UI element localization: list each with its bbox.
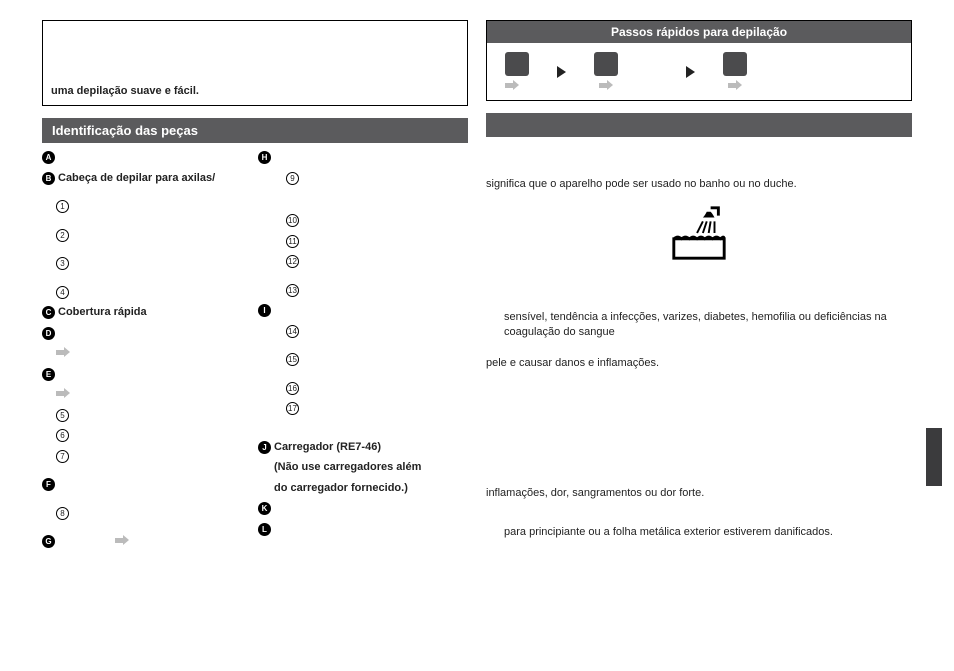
page-tab xyxy=(926,428,942,486)
intro-text: uma depilação suave e fácil. xyxy=(51,85,199,97)
text-p2: sensível, tendência a infecções, varizes… xyxy=(486,310,912,340)
badge-C: C xyxy=(42,306,55,319)
text-p5: para principiante ou a folha metálica ex… xyxy=(486,525,912,540)
badge-11: 11 xyxy=(286,235,299,248)
badge-9: 9 xyxy=(286,172,299,185)
parts-header: Identificação das peças xyxy=(42,118,468,143)
shower-icon xyxy=(668,202,730,264)
badge-8: 8 xyxy=(56,507,69,520)
triangle-icon xyxy=(557,66,566,78)
text-p4: inflamações, dor, sangramentos ou dor fo… xyxy=(486,486,912,501)
badge-E: E xyxy=(42,368,55,381)
quicksteps-body xyxy=(486,43,912,101)
step-icon xyxy=(723,52,747,76)
badge-16: 16 xyxy=(286,382,299,395)
badge-15: 15 xyxy=(286,353,299,366)
badge-10: 10 xyxy=(286,214,299,227)
text-p1: significa que o aparelho pode ser usado … xyxy=(486,177,912,192)
badge-13: 13 xyxy=(286,284,299,297)
badge-2: 2 xyxy=(56,229,69,242)
badge-D: D xyxy=(42,327,55,340)
badge-7: 7 xyxy=(56,450,69,463)
badge-17: 17 xyxy=(286,402,299,415)
label-B: Cabeça de depilar para axilas/ xyxy=(58,172,215,185)
badge-3: 3 xyxy=(56,257,69,270)
label-J3: do carregador fornecido.) xyxy=(274,482,408,495)
badge-14: 14 xyxy=(286,325,299,338)
text-p3: pele e causar danos e inflamações. xyxy=(486,356,912,371)
arrow-icon xyxy=(56,347,70,358)
step-icon xyxy=(505,52,529,76)
right-text-block: significa que o aparelho pode ser usado … xyxy=(486,147,912,540)
arrow-icon xyxy=(599,80,613,91)
label-C: Cobertura rápida xyxy=(58,306,147,319)
badge-1: 1 xyxy=(56,200,69,213)
badge-5: 5 xyxy=(56,409,69,422)
label-J2: (Não use carregadores além xyxy=(274,461,421,474)
badge-4: 4 xyxy=(56,286,69,299)
badge-G: G xyxy=(42,535,55,548)
arrow-icon xyxy=(56,388,70,399)
badge-J: J xyxy=(258,441,271,454)
badge-B: B xyxy=(42,172,55,185)
triangle-icon xyxy=(686,66,695,78)
parts-grid: A BCabeça de depilar para axilas/ 1 2 3 … xyxy=(42,151,468,556)
badge-L: L xyxy=(258,523,271,536)
intro-box: uma depilação suave e fácil. xyxy=(42,20,468,106)
badge-I: I xyxy=(258,304,271,317)
badge-K: K xyxy=(258,502,271,515)
arrow-icon xyxy=(728,80,742,91)
label-J: Carregador (RE7-46) xyxy=(274,441,381,454)
step-icon xyxy=(594,52,618,76)
badge-6: 6 xyxy=(56,429,69,442)
arrow-icon xyxy=(115,535,129,546)
arrow-icon xyxy=(505,80,519,91)
badge-F: F xyxy=(42,478,55,491)
section-bar xyxy=(486,113,912,137)
quicksteps-header: Passos rápidos para depilação xyxy=(486,20,912,43)
badge-H: H xyxy=(258,151,271,164)
badge-12: 12 xyxy=(286,255,299,268)
badge-A: A xyxy=(42,151,55,164)
